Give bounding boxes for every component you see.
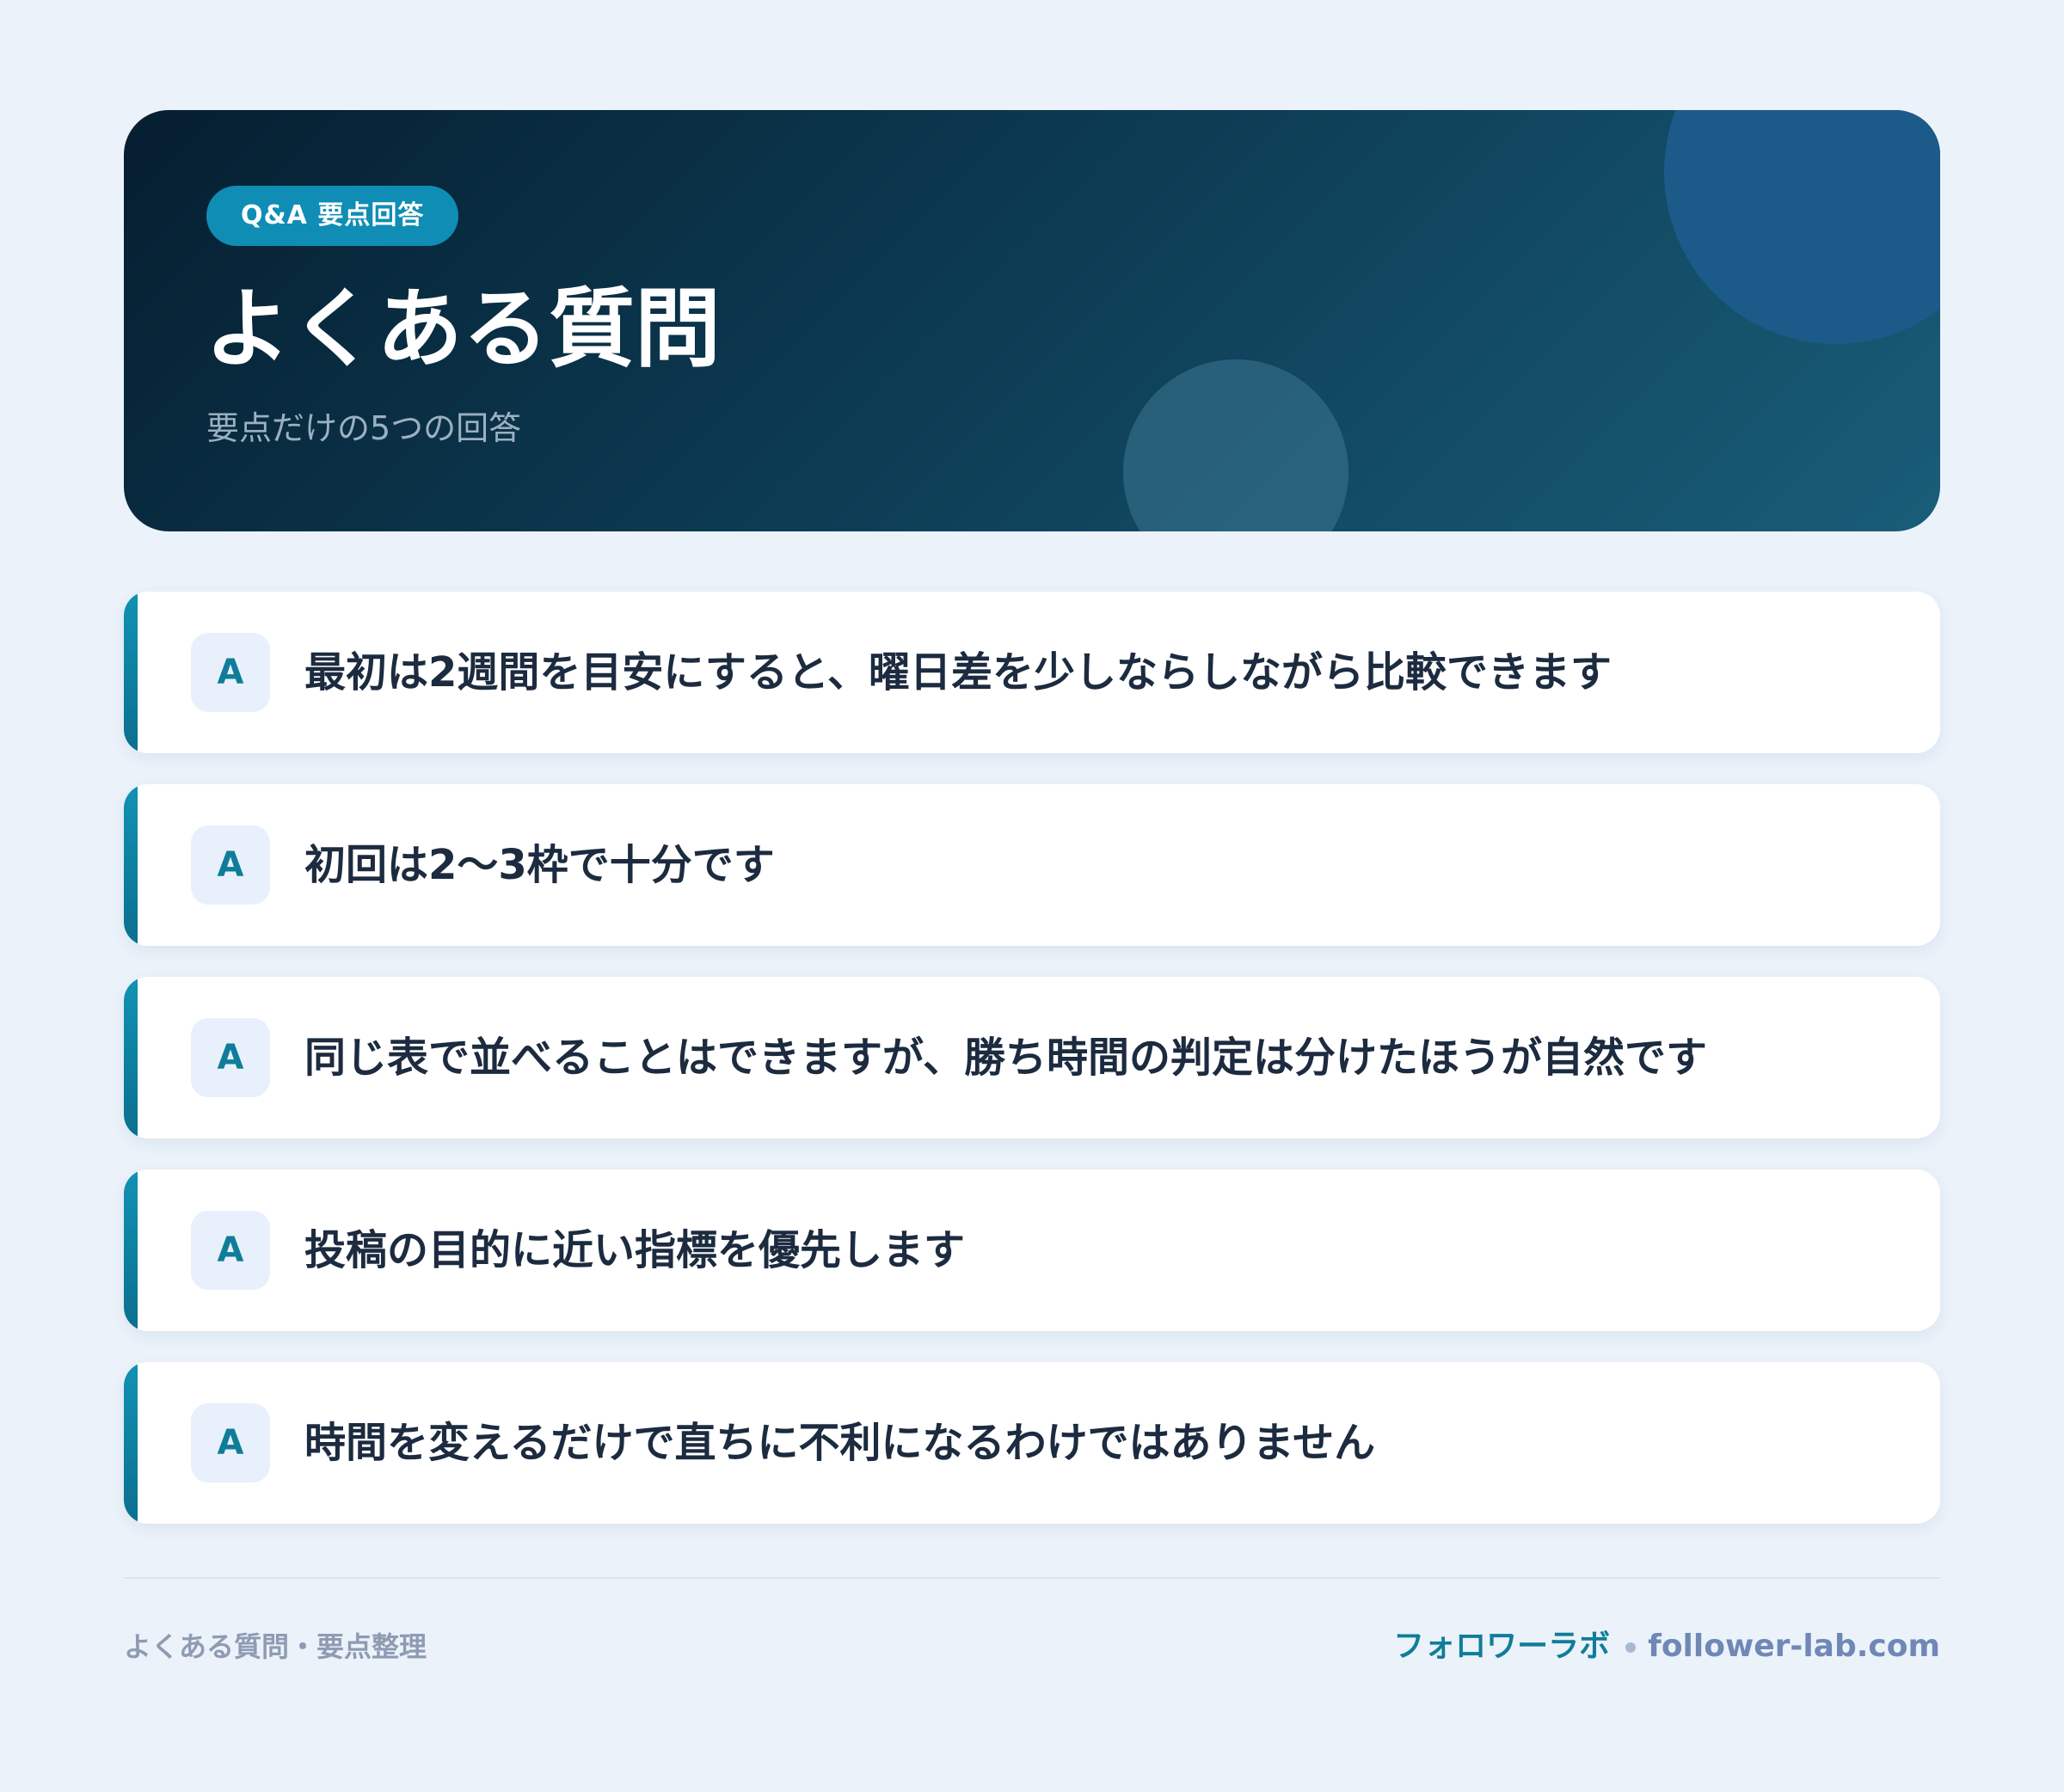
- qa-badge: Q&A 要点回答: [206, 186, 459, 246]
- answer-marker: A: [191, 1403, 270, 1482]
- card-accent-bar: [124, 977, 138, 1138]
- answer-text: 同じ表で並べることはできますが、勝ち時間の判定は分けたほうが自然です: [304, 1034, 1708, 1082]
- card-accent-bar: [124, 1169, 138, 1331]
- card-accent-bar: [124, 592, 138, 753]
- page-subtitle: 要点だけの5つの回答: [206, 409, 522, 447]
- brand-name: フォロワーラボ: [1393, 1629, 1611, 1664]
- answer-card: A 時間を変えるだけで直ちに不利になるわけではありません: [124, 1362, 1940, 1524]
- page-title: よくある質問: [205, 279, 721, 379]
- answer-marker: A: [191, 1211, 270, 1290]
- footer-caption: よくある質問・要点整理: [124, 1630, 427, 1663]
- hero-banner: Q&A 要点回答 よくある質問 要点だけの5つの回答: [124, 110, 1940, 531]
- decorative-circle-large: [1664, 110, 1940, 344]
- footer-brand: フォロワーラボ follower-lab.com: [1393, 1623, 1940, 1670]
- answer-text: 最初は2週間を目安にすると、曜日差を少しならしながら比較できます: [304, 648, 1612, 697]
- decorative-circle-small: [1123, 359, 1348, 531]
- answer-list: A 最初は2週間を目安にすると、曜日差を少しならしながら比較できます A 初回は…: [124, 592, 1940, 1555]
- card-accent-bar: [124, 784, 138, 946]
- answer-marker: A: [191, 633, 270, 712]
- brand-domain-link[interactable]: follower-lab.com: [1648, 1629, 1940, 1664]
- card-accent-bar: [124, 1362, 138, 1524]
- answer-text: 時間を変えるだけで直ちに不利になるわけではありません: [304, 1419, 1376, 1467]
- answer-text: 初回は2〜3枠で十分です: [304, 841, 775, 889]
- answer-card: A 初回は2〜3枠で十分です: [124, 784, 1940, 946]
- answer-card: A 最初は2週間を目安にすると、曜日差を少しならしながら比較できます: [124, 592, 1940, 753]
- answer-marker: A: [191, 1018, 270, 1097]
- answer-text: 投稿の目的に近い指標を優先します: [304, 1226, 966, 1274]
- answer-card: A 同じ表で並べることはできますが、勝ち時間の判定は分けたほうが自然です: [124, 977, 1940, 1138]
- separator-dot-icon: [1625, 1642, 1637, 1653]
- footer-divider: [124, 1577, 1940, 1579]
- answer-marker: A: [191, 825, 270, 905]
- answer-card: A 投稿の目的に近い指標を優先します: [124, 1169, 1940, 1331]
